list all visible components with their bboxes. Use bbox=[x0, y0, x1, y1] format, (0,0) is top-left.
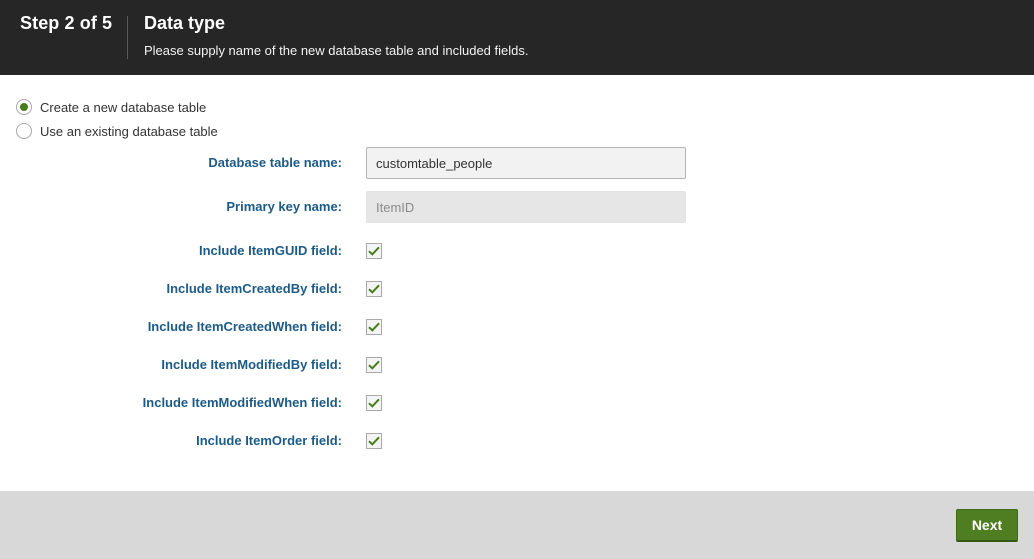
table-name-label: Database table name: bbox=[208, 155, 342, 170]
checkmark-icon bbox=[368, 398, 380, 408]
table-name-input[interactable] bbox=[366, 147, 686, 179]
field-label-itemorder: Include ItemOrder field: bbox=[196, 433, 342, 448]
radio-button[interactable] bbox=[16, 123, 32, 139]
wizard-header: Step 2 of 5 Data type Please supply name… bbox=[0, 0, 1034, 75]
header-divider bbox=[127, 16, 128, 59]
checkbox-itemmodifiedby[interactable] bbox=[366, 357, 382, 373]
radio-create-new-table[interactable]: Create a new database table bbox=[16, 98, 206, 116]
field-label-itemguid: Include ItemGUID field: bbox=[198, 243, 342, 258]
checkbox-itemcreatedby[interactable] bbox=[366, 281, 382, 297]
radio-button-selected[interactable] bbox=[16, 99, 32, 115]
radio-label: Use an existing database table bbox=[40, 123, 218, 139]
primary-key-input bbox=[366, 191, 686, 223]
checkbox-itemcreatedwhen[interactable] bbox=[366, 319, 382, 335]
field-label-itemmodifiedwhen: Include ItemModifiedWhen field: bbox=[142, 395, 342, 410]
field-label-itemmodifiedby: Include ItemModifiedBy field: bbox=[161, 357, 342, 372]
step-indicator: Step 2 of 5 bbox=[20, 13, 113, 33]
checkmark-icon bbox=[368, 322, 380, 332]
page-subtitle: Please supply name of the new database t… bbox=[144, 43, 529, 58]
checkmark-icon bbox=[368, 436, 380, 446]
field-label-itemcreatedby: Include ItemCreatedBy field: bbox=[166, 281, 342, 296]
radio-label: Create a new database table bbox=[40, 99, 207, 115]
checkmark-icon bbox=[368, 284, 380, 294]
page-title: Data type bbox=[144, 13, 226, 33]
checkmark-icon bbox=[368, 360, 380, 370]
checkbox-itemmodifiedwhen[interactable] bbox=[366, 395, 382, 411]
checkbox-itemguid[interactable] bbox=[366, 243, 382, 259]
radio-use-existing-table[interactable]: Use an existing database table bbox=[16, 122, 218, 140]
checkbox-itemorder[interactable] bbox=[366, 433, 382, 449]
wizard-footer bbox=[0, 491, 1034, 559]
next-button[interactable]: Next bbox=[956, 509, 1018, 542]
primary-key-label: Primary key name: bbox=[226, 199, 342, 214]
checkmark-icon bbox=[368, 246, 380, 256]
field-label-itemcreatedwhen: Include ItemCreatedWhen field: bbox=[147, 319, 342, 334]
